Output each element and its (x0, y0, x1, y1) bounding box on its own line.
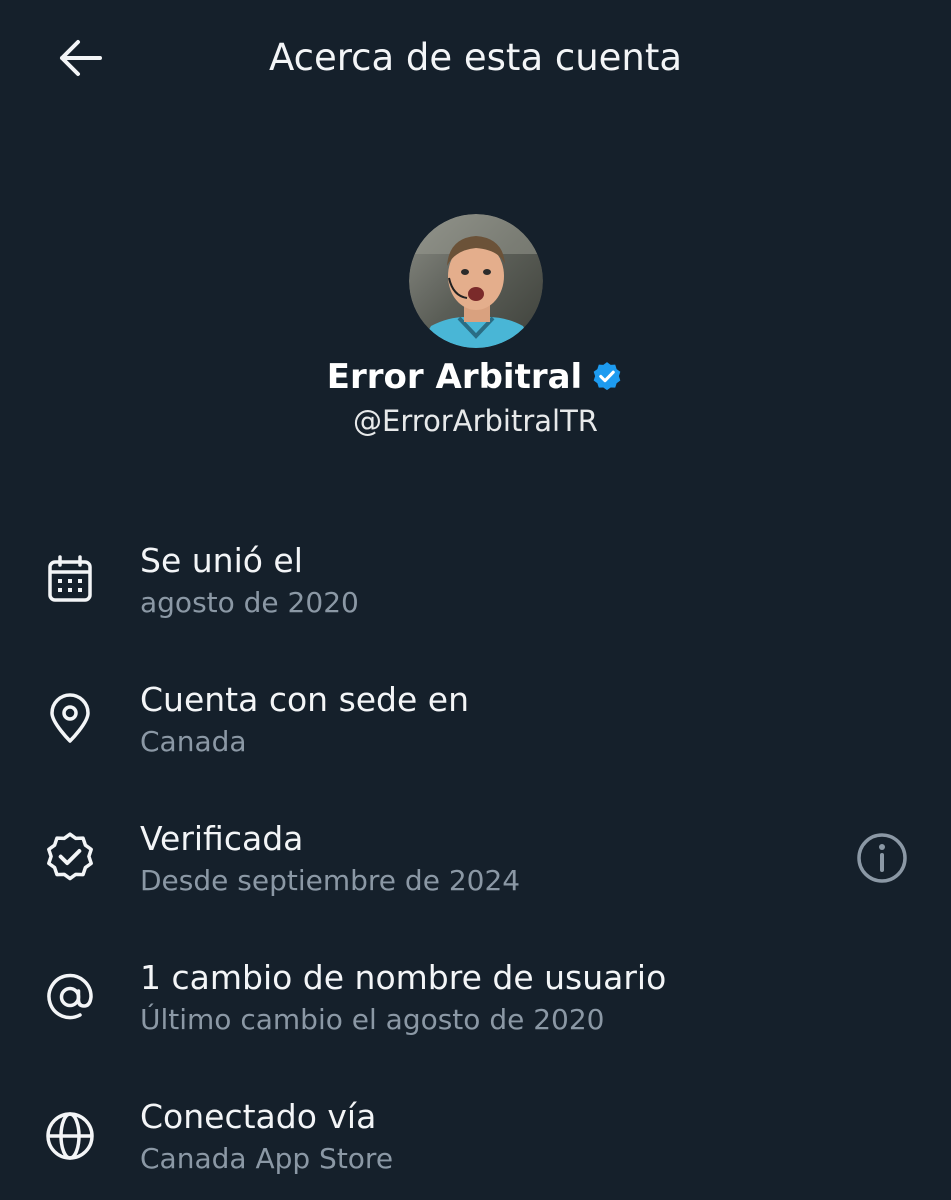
verified-badge-icon (40, 828, 100, 888)
top-bar: Acerca de esta cuenta (0, 0, 951, 120)
info-subtitle: Desde septiembre de 2024 (140, 864, 521, 897)
avatar[interactable] (408, 214, 543, 348)
at-sign-icon (40, 967, 100, 1027)
name-row: Error Arbitral (0, 352, 951, 402)
profile-summary: Error Arbitral @ErrorArbitralTR (0, 214, 951, 438)
verification-info-button[interactable] (850, 826, 914, 890)
info-subtitle: Canada (140, 725, 247, 758)
username-changes-row: 1 cambio de nombre de usuario Último cam… (0, 947, 951, 1057)
verified-check-icon (593, 362, 621, 391)
info-subtitle: Canada App Store (140, 1142, 394, 1175)
info-title: Cuenta con sede en (140, 680, 470, 719)
page-title: Acerca de esta cuenta (268, 36, 683, 79)
display-name: Error Arbitral (326, 357, 583, 397)
connected-via-row: Conectado vía Canada App Store (0, 1086, 951, 1196)
info-title: 1 cambio de nombre de usuario (140, 958, 667, 997)
joined-date-row: Se unió el agosto de 2020 (0, 530, 951, 640)
info-title: Se unió el (140, 541, 303, 580)
globe-icon (40, 1106, 100, 1166)
info-title: Verificada (140, 819, 304, 858)
username-handle: @ErrorArbitralTR (353, 404, 598, 438)
info-title: Conectado vía (140, 1097, 377, 1136)
location-pin-icon (40, 689, 100, 749)
calendar-icon (40, 550, 100, 610)
account-location-row: Cuenta con sede en Canada (0, 669, 951, 779)
info-subtitle: agosto de 2020 (140, 586, 359, 619)
verified-row: Verificada Desde septiembre de 2024 (0, 808, 951, 918)
info-subtitle: Último cambio el agosto de 2020 (140, 1003, 605, 1036)
info-icon (857, 833, 907, 883)
